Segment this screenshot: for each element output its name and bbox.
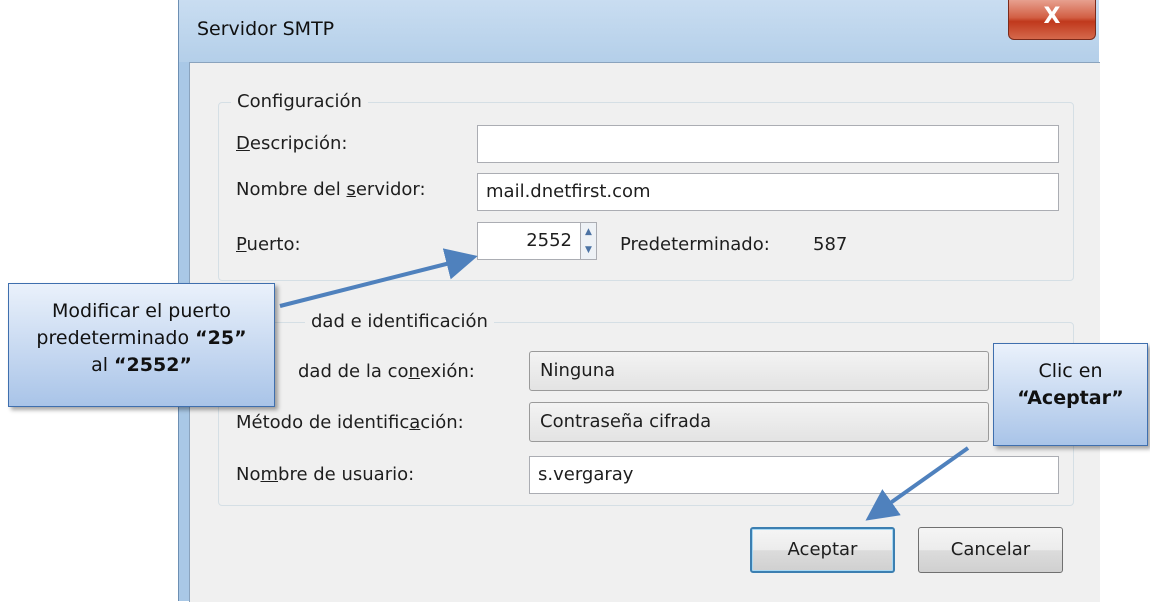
username-label: Nombre de usuario: [236, 464, 415, 485]
security-group-legend: dad e identificación [305, 309, 494, 335]
connection-security-label: dad de la conexión: [298, 361, 475, 382]
smtp-server-dialog: Servidor SMTP X Configuración Descripció… [178, 0, 1100, 602]
server-name-input[interactable]: mail.dnetfirst.com [477, 173, 1059, 211]
username-input[interactable]: s.vergaray [529, 456, 1059, 494]
port-label: Puerto: [236, 234, 301, 255]
auth-method-dropdown[interactable]: Contraseña cifrada [529, 402, 989, 442]
spin-up-icon[interactable]: ▲ [581, 223, 596, 241]
port-change-callout: Modificar el puerto predeterminado “25” … [8, 283, 275, 407]
port-spinner: ▲ ▼ [580, 222, 597, 260]
spin-down-icon[interactable]: ▼ [581, 241, 596, 259]
cancel-button[interactable]: Cancelar [918, 527, 1063, 573]
connection-security-dropdown[interactable]: Ninguna [529, 351, 989, 391]
accept-callout: Clic en “Aceptar” [993, 343, 1148, 446]
description-input[interactable] [477, 125, 1059, 163]
auth-method-label: Método de identificación: [236, 412, 464, 433]
title-bar[interactable]: Servidor SMTP X [179, 0, 1099, 62]
dialog-client-area: Configuración Descripción: Nombre del se… [189, 62, 1100, 602]
config-group-legend: Configuración [231, 89, 368, 115]
close-button[interactable]: X [1008, 0, 1096, 40]
description-label: Descripción: [236, 133, 348, 154]
server-name-label: Nombre del servidor: [236, 179, 426, 200]
port-input[interactable]: 2552 [477, 222, 581, 260]
default-port-value: 587 [813, 234, 848, 255]
default-port-label: Predeterminado: [620, 234, 770, 255]
ok-button[interactable]: Aceptar [750, 527, 895, 573]
window-title: Servidor SMTP [197, 18, 335, 40]
close-icon: X [1043, 4, 1061, 29]
